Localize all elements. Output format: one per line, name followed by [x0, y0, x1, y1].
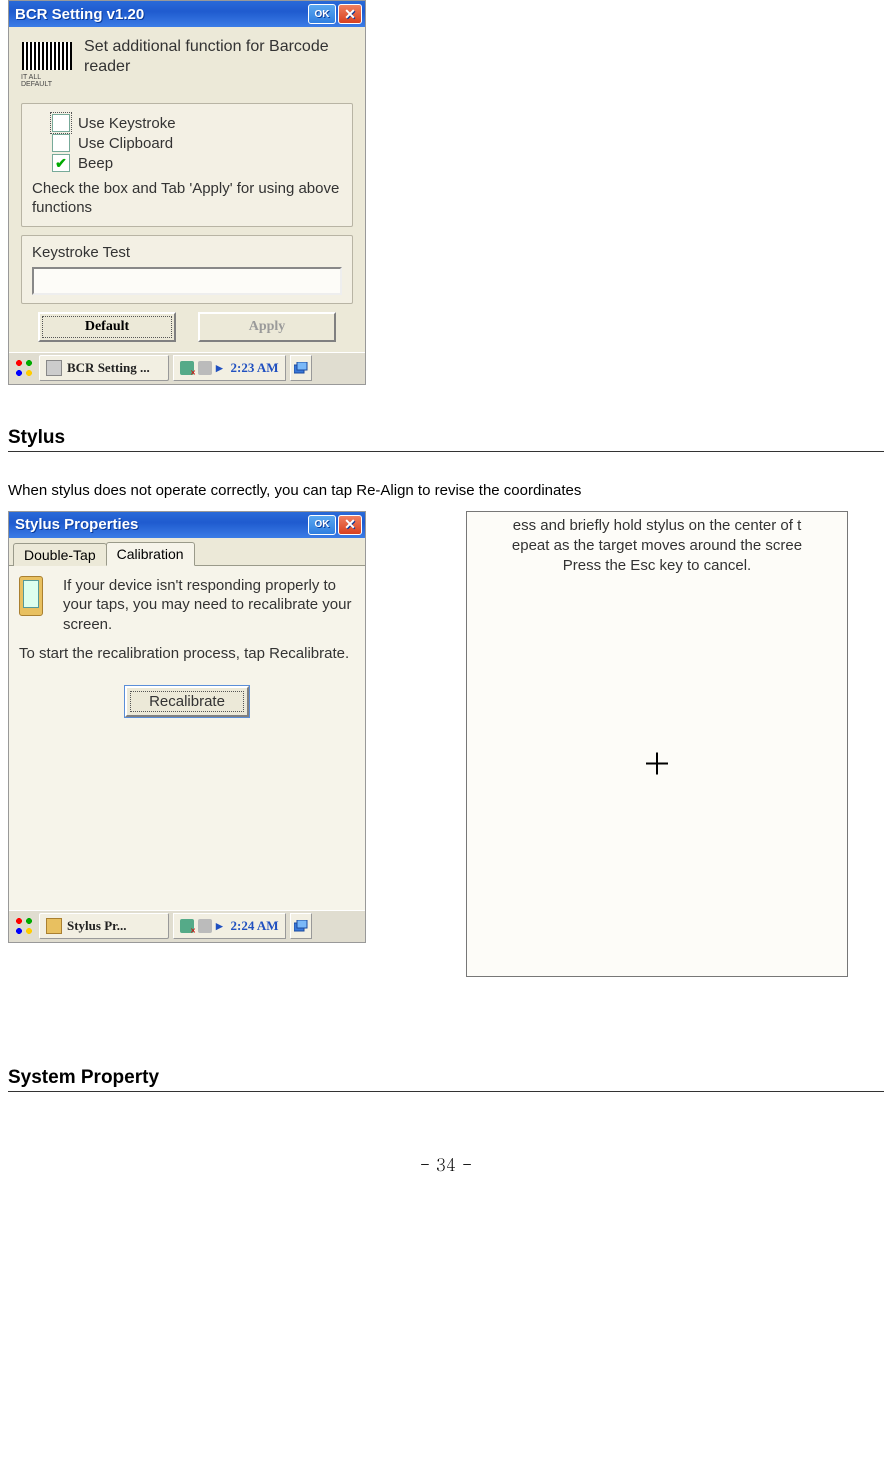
use-keystroke-label: Use Keystroke [78, 115, 176, 132]
pda-icon [19, 576, 53, 635]
tab-double-tap[interactable]: Double-Tap [13, 543, 107, 566]
stylus-paragraph: When stylus does not operate correctly, … [8, 482, 884, 499]
system-property-heading: System Property [8, 1067, 884, 1092]
barcode-icon: IT ALL DEFAULT [21, 37, 72, 93]
calibration-text-2: To start the recalibration process, tap … [19, 644, 355, 664]
tab-calibration[interactable]: Calibration [106, 542, 195, 566]
keystroke-test-group: Keystroke Test [21, 235, 353, 304]
app-mini-icon [46, 360, 62, 376]
beep-checkbox[interactable]: ✔ [52, 154, 70, 172]
calibration-screen[interactable]: ess and briefly hold stylus on the cente… [466, 511, 848, 977]
tabstrip: Double-Tap Calibration [9, 538, 365, 566]
start-icon[interactable] [13, 357, 35, 379]
ok-button[interactable]: OK [308, 515, 336, 535]
taskbar-app-label: Stylus Pr... [67, 918, 126, 934]
stylus-heading: Stylus [8, 427, 884, 452]
use-keystroke-checkbox[interactable] [52, 114, 70, 132]
bcr-titlebar: BCR Setting v1.20 OK ✕ [9, 1, 365, 27]
barcode-icon-caption: IT ALL DEFAULT [21, 74, 72, 88]
keystroke-test-title: Keystroke Test [32, 244, 342, 261]
stylus-taskbar: Stylus Pr... ▸ 2:24 AM [9, 910, 365, 942]
taskbar-app-button[interactable]: Stylus Pr... [39, 913, 169, 939]
system-tray[interactable]: ▸ 2:24 AM [173, 913, 286, 939]
close-icon: ✕ [344, 516, 356, 533]
apply-button[interactable]: Apply [198, 312, 336, 342]
options-instruction: Check the box and Tab 'Apply' for using … [32, 180, 342, 218]
beep-label: Beep [78, 155, 113, 172]
volume-icon[interactable] [198, 919, 212, 933]
bcr-title: BCR Setting v1.20 [15, 6, 306, 23]
keystroke-test-input[interactable] [32, 267, 342, 295]
calib-line-2: epeat as the target moves around the scr… [467, 536, 847, 556]
calib-line-1: ess and briefly hold stylus on the cente… [467, 516, 847, 536]
page-number: - 34 - [8, 1152, 884, 1176]
close-icon: ✕ [344, 6, 356, 23]
close-button[interactable]: ✕ [338, 4, 362, 24]
network-icon[interactable] [180, 361, 194, 375]
clock: 2:23 AM [231, 360, 279, 376]
recalibrate-button[interactable]: Recalibrate [125, 686, 249, 717]
close-button[interactable]: ✕ [338, 515, 362, 535]
system-tray[interactable]: ▸ 2:23 AM [173, 355, 286, 381]
desktop-icon[interactable] [290, 355, 312, 381]
stylus-titlebar: Stylus Properties OK ✕ [9, 512, 365, 538]
taskbar-app-label: BCR Setting ... [67, 360, 150, 376]
use-clipboard-checkbox[interactable] [52, 134, 70, 152]
tray-arrow-icon: ▸ [216, 918, 223, 934]
volume-icon[interactable] [198, 361, 212, 375]
options-group: Use Keystroke Use Clipboard ✔ Beep Check… [21, 103, 353, 227]
bcr-description: Set additional function for Barcode read… [84, 37, 353, 77]
stylus-title: Stylus Properties [15, 516, 306, 533]
calibration-text-1: If your device isn't responding properly… [63, 576, 355, 635]
default-button[interactable]: Default [38, 312, 176, 342]
ok-button[interactable]: OK [308, 4, 336, 24]
calib-line-3: Press the Esc key to cancel. [467, 556, 847, 576]
taskbar-app-button[interactable]: BCR Setting ... [39, 355, 169, 381]
start-icon[interactable] [13, 915, 35, 937]
app-mini-icon [46, 918, 62, 934]
crosshair-icon [644, 750, 670, 783]
tray-arrow-icon: ▸ [216, 360, 223, 376]
stylus-properties-window: Stylus Properties OK ✕ Double-Tap Calibr… [8, 511, 366, 943]
bcr-taskbar: BCR Setting ... ▸ 2:23 AM [9, 352, 365, 384]
bcr-window: BCR Setting v1.20 OK ✕ IT ALL DEFAULT Se… [8, 0, 366, 385]
network-icon[interactable] [180, 919, 194, 933]
desktop-icon[interactable] [290, 913, 312, 939]
clock: 2:24 AM [231, 918, 279, 934]
use-clipboard-label: Use Clipboard [78, 135, 173, 152]
